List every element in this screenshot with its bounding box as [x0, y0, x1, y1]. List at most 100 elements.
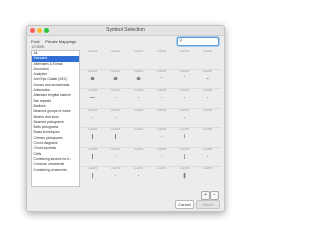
- glyph-cell[interactable]: U+E060 ǀ: [81, 148, 104, 167]
- glyph-cell[interactable]: U+E021 ≡: [104, 70, 127, 89]
- search-input[interactable]: [184, 38, 216, 44]
- glyph-cell[interactable]: U+E064 ¦: [173, 148, 196, 167]
- glyph-symbol: ǀ: [91, 134, 94, 140]
- search-field[interactable]: ⚲: [177, 37, 219, 46]
- glyph-symbol: |: [91, 173, 94, 179]
- glyph-cell[interactable]: U+E010: [81, 50, 104, 69]
- glyph-cell[interactable]: U+E055: [196, 128, 219, 147]
- zoom-in-button[interactable]: +: [201, 191, 210, 200]
- glyph-code-label: U+E022: [133, 69, 144, 73]
- cancel-button[interactable]: Cancel: [175, 200, 194, 209]
- glyph-symbol: ≡: [136, 75, 141, 82]
- glyph-cell[interactable]: U+E065 ·: [196, 148, 219, 167]
- glyph-code-label: U+E052: [133, 128, 144, 131]
- glyph-cell[interactable]: U+E023 ⁻: [150, 70, 173, 89]
- category-list[interactable]: All Standard Alternates & Extras Accordion A…: [31, 50, 80, 187]
- glyph-code-label: U+E053: [156, 128, 167, 131]
- glyph-symbol: ·: [91, 114, 94, 121]
- glyph-cell[interactable]: U+E024 ˙: [173, 70, 196, 89]
- font-select[interactable]: Private Mappings: [45, 39, 76, 44]
- glyph-symbol: ·: [114, 173, 117, 179]
- glyph-cell[interactable]: U+E063 ·: [150, 148, 173, 167]
- glyph-code-label: U+E025: [202, 69, 213, 73]
- glyph-code-label: U+E061: [110, 147, 121, 151]
- glyph-grid[interactable]: U+E010 U+E011 U+E012 U+E013 U+E014 U+E015 U+E0…: [81, 50, 221, 190]
- glyph-cell[interactable]: U+E035 ·: [196, 89, 219, 108]
- glyph-code-label: U+E073: [156, 167, 167, 170]
- glyph-cell[interactable]: U+E072 ·: [127, 167, 150, 186]
- glyph-code-label: U+E055: [202, 128, 213, 131]
- glyph-cell[interactable]: U+E015: [196, 50, 219, 69]
- grid-row-divider: [81, 88, 221, 89]
- glyph-symbol: ‖: [183, 173, 186, 179]
- glyph-cell[interactable]: U+E053 ·: [150, 128, 173, 147]
- glyph-cell[interactable]: U+E014: [173, 50, 196, 69]
- glyph-code-label: U+E041: [110, 108, 121, 112]
- glyph-cell[interactable]: U+E020 ≡: [81, 70, 104, 89]
- glyph-code-label: U+E021: [110, 69, 121, 73]
- glyph-symbol: ·: [114, 95, 117, 101]
- glyph-cell[interactable]: U+E070 |: [81, 167, 104, 186]
- glyph-cell[interactable]: U+E033 ·: [150, 89, 173, 108]
- glyph-symbol: ·: [183, 114, 186, 121]
- symbol-selection-dialog: Symbol Selection Font: Private Mappings …: [26, 25, 225, 212]
- glyph-cell[interactable]: U+E032 ·: [127, 89, 150, 108]
- glyph-cell[interactable]: U+E050 ǀ: [81, 128, 104, 147]
- zoom-out-button[interactable]: −: [210, 191, 219, 200]
- glyph-symbol: ·: [206, 153, 209, 160]
- glyph-symbol: –: [206, 75, 209, 82]
- glyph-code-label: U+E035: [202, 89, 213, 92]
- glyph-code-label: U+E071: [110, 167, 121, 170]
- glyph-code-label: U+E062: [133, 147, 144, 151]
- glyph-cell[interactable]: U+E022 ≡: [127, 70, 150, 89]
- glyph-cell[interactable]: U+E062: [127, 148, 150, 167]
- glyph-cell[interactable]: U+E075: [196, 167, 219, 186]
- code-point-display: U+0000: [32, 45, 45, 49]
- glyph-cell[interactable]: U+E074 ‖: [173, 167, 196, 186]
- select-button[interactable]: Select: [196, 200, 220, 209]
- glyph-cell[interactable]: U+E061 ·: [104, 148, 127, 167]
- glyph-cell[interactable]: U+E054 ⁞: [173, 128, 196, 147]
- glyph-cell[interactable]: U+E025 –: [196, 70, 219, 89]
- glyph-code-label: U+E063: [156, 147, 167, 151]
- glyph-cell[interactable]: U+E011: [104, 50, 127, 69]
- glyph-code-label: U+E015: [202, 50, 213, 53]
- glyph-cell[interactable]: U+E013: [150, 50, 173, 69]
- grid-row-divider: [81, 68, 221, 70]
- glyph-cell[interactable]: U+E045: [196, 109, 219, 128]
- glyph-cell[interactable]: U+E044 ·: [173, 109, 196, 128]
- glyph-cell[interactable]: U+E030 —: [81, 89, 104, 108]
- glyph-cell[interactable]: U+E042: [127, 109, 150, 128]
- glyph-cell[interactable]: U+E052: [127, 128, 150, 147]
- glyph-code-label: U+E024: [179, 69, 190, 73]
- title-bar[interactable]: Symbol Selection: [27, 26, 224, 36]
- glyph-cell[interactable]: U+E034 ·: [173, 89, 196, 108]
- glyph-symbol: ·: [183, 95, 186, 101]
- glyph-code-label: U+E051: [110, 128, 121, 131]
- glyph-code-label: U+E042: [133, 108, 144, 112]
- glyph-cell[interactable]: U+E012: [127, 50, 150, 69]
- glyph-code-label: U+E020: [87, 69, 98, 73]
- glyph-cell[interactable]: U+E041 ·: [104, 109, 127, 128]
- glyph-code-label: U+E075: [202, 167, 213, 170]
- glyph-cell[interactable]: U+E043: [150, 109, 173, 128]
- glyph-symbol: ǀ: [91, 153, 94, 160]
- glyph-code-label: U+E070: [87, 167, 98, 170]
- glyph-symbol: ⁞: [183, 134, 186, 140]
- glyph-code-label: U+E012: [133, 50, 144, 53]
- glyph-cell[interactable]: U+E071 ·: [104, 167, 127, 186]
- glyph-code-label: U+E060: [87, 147, 98, 151]
- glyph-cell[interactable]: U+E031 ·: [104, 89, 127, 108]
- glyph-symbol: ·: [160, 134, 163, 140]
- glyph-code-label: U+E065: [202, 147, 213, 151]
- font-label: Font:: [31, 39, 41, 44]
- glyph-code-label: U+E011: [110, 50, 121, 53]
- glyph-cell[interactable]: U+E051 ǀ: [104, 128, 127, 147]
- font-selector-row: Font: Private Mappings: [31, 39, 80, 44]
- glyph-code-label: U+E014: [179, 50, 190, 53]
- glyph-code-label: U+E043: [156, 108, 167, 112]
- glyph-code-label: U+E031: [110, 89, 121, 92]
- glyph-cell[interactable]: U+E040 ·: [81, 109, 104, 128]
- glyph-cell[interactable]: U+E073: [150, 167, 173, 186]
- category-item[interactable]: Combining ornaments: [32, 168, 79, 173]
